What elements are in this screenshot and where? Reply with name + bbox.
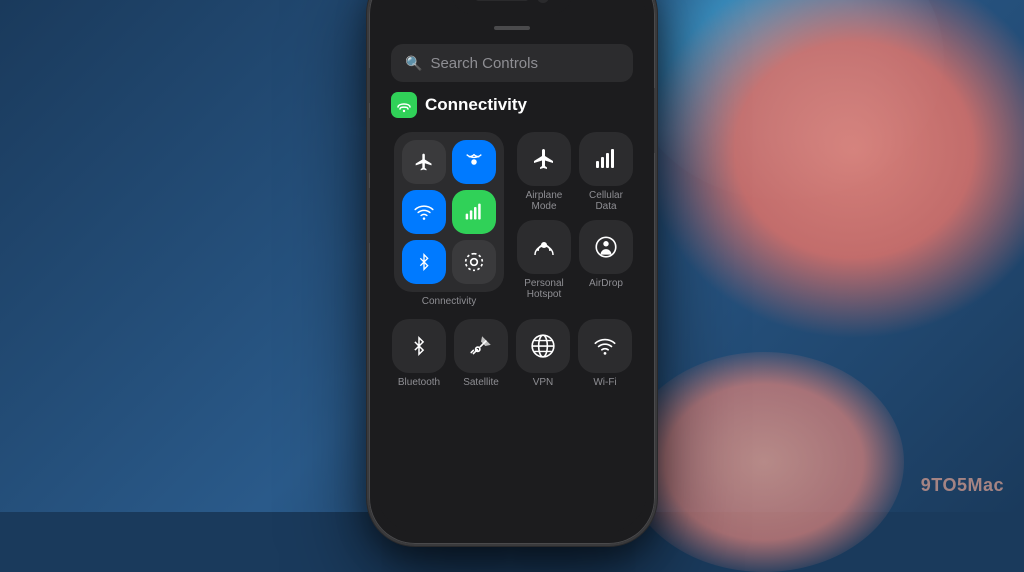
mute-button [367,68,370,103]
airdrop-control: AirDrop [579,220,633,300]
search-bar[interactable]: 🔍 Search Controls [391,44,633,82]
cellular-data-btn[interactable] [579,132,633,186]
speaker-grille [475,0,529,1]
front-camera [537,0,549,3]
airdrop-label: AirDrop [589,278,623,289]
connectivity-cluster [394,132,504,292]
right-controls-row1: Airplane Mode [517,132,633,212]
bluetooth-control: Bluetooth [391,319,447,388]
airplane-mode-label: Airplane Mode [517,190,571,212]
volume-up-button [367,118,370,173]
wifi-control: Wi-Fi [577,319,633,388]
connectivity-cluster-wrapper: Connectivity [391,132,507,307]
cellular-data-control: Cellular Data [579,132,633,212]
phone-device: 🔍 Search Controls Connectivity [367,0,657,546]
satellite-btn[interactable] [454,319,508,373]
bg-blob-pink2 [624,352,904,572]
wifi-label: Wi-Fi [593,377,616,388]
satellite-label: Satellite [463,377,499,388]
drag-handle [494,26,530,30]
vpn-label: VPN [533,377,554,388]
bluetooth-label: Bluetooth [398,377,440,388]
right-controls-row2: Personal Hotspot [517,220,633,300]
satellite-control: Satellite [453,319,509,388]
cellular-cluster-btn[interactable] [452,190,496,234]
personal-hotspot-label: Personal Hotspot [517,278,571,300]
bluetooth-cluster-btn[interactable] [402,240,446,284]
airplane-cluster-btn[interactable] [402,140,446,184]
search-placeholder: Search Controls [430,55,538,72]
screen-content: 🔍 Search Controls Connectivity [377,14,647,532]
search-icon: 🔍 [405,55,422,72]
wifi-cluster-btn[interactable] [402,190,446,234]
connectivity-cluster-label: Connectivity [422,296,476,307]
power-button [654,88,657,153]
bottom-controls-row: Bluetooth [391,319,633,388]
section-title: Connectivity [425,95,527,115]
right-controls: Airplane Mode [517,132,633,307]
wifi-hotspot-cluster-btn[interactable] [452,140,496,184]
airdrop-btn[interactable] [579,220,633,274]
airplane-mode-control: Airplane Mode [517,132,571,212]
watermark: 9TO5Mac [921,475,1004,496]
airplane-mode-btn[interactable] [517,132,571,186]
airdrop-cluster-btn[interactable] [452,240,496,284]
connectivity-section-icon [391,92,417,118]
dynamic-island [452,0,572,14]
personal-hotspot-btn[interactable] [517,220,571,274]
bluetooth-btn[interactable] [392,319,446,373]
personal-hotspot-control: Personal Hotspot [517,220,571,300]
section-header: Connectivity [391,92,633,118]
volume-down-button [367,188,370,243]
cellular-data-label: Cellular Data [579,190,633,212]
vpn-btn[interactable] [516,319,570,373]
wifi-btn[interactable] [578,319,632,373]
controls-grid: Connectivity A [391,132,633,307]
phone-frame: 🔍 Search Controls Connectivity [367,0,657,546]
vpn-control: VPN [515,319,571,388]
phone-screen: 🔍 Search Controls Connectivity [377,0,647,532]
